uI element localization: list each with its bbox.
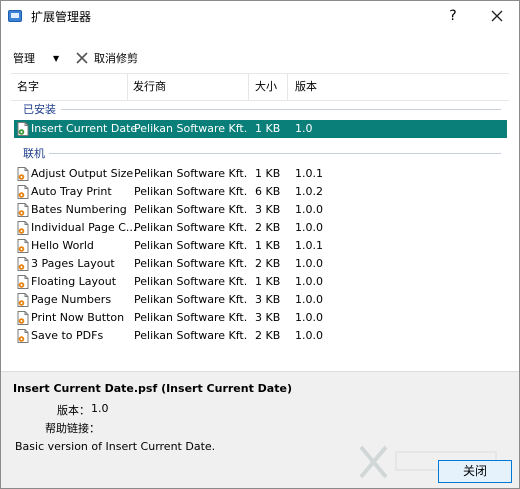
description-text: Basic version of Insert Current Date. [15, 440, 216, 453]
extension-row[interactable]: 3 Pages Layout Pelikan Software Kft. 2 KB 1… [14, 255, 507, 273]
dropdown-arrow-icon[interactable]: ▼ [53, 48, 59, 70]
column-size[interactable]: 大小 [255, 74, 277, 100]
details-panel: Insert Current Date.psf (Insert Current … [1, 371, 519, 488]
extension-publisher: Pelikan Software Kft. [134, 122, 248, 135]
column-name[interactable]: 名字 [17, 74, 39, 100]
extension-name: Auto Tray Print [31, 185, 112, 198]
extension-name: Save to PDFs [31, 329, 104, 342]
column-version[interactable]: 版本 [295, 74, 317, 100]
extension-file-icon [17, 239, 29, 253]
extension-file-icon [17, 257, 29, 271]
group-divider [61, 109, 501, 110]
extension-size: 2 KB [255, 329, 281, 342]
extension-row[interactable]: Print Now Button Pelikan Software Kft. 3 K… [14, 309, 507, 327]
extension-name: Adjust Output Size [31, 167, 134, 180]
extension-version: 1.0.1 [295, 167, 323, 180]
extension-size: 1 KB [255, 167, 281, 180]
help-link-label: 帮助链接： [45, 422, 100, 435]
group-online: 联机 [23, 147, 45, 160]
column-divider[interactable] [127, 74, 128, 100]
extension-file-icon [17, 185, 29, 199]
extension-name: Hello World [31, 239, 94, 252]
group-divider [49, 153, 501, 154]
extension-publisher: Pelikan Software Kft. [134, 167, 248, 180]
extension-row[interactable]: Floating Layout Pelikan Software Kft. 1 KB… [14, 273, 507, 291]
extension-size: 1 KB [255, 239, 281, 252]
extension-size: 3 KB [255, 311, 281, 324]
extension-publisher: Pelikan Software Kft. [134, 329, 248, 342]
extension-size: 6 KB [255, 185, 281, 198]
extension-version: 1.0.0 [295, 329, 323, 342]
cancel-x-icon[interactable] [75, 51, 89, 65]
extension-name: Floating Layout [31, 275, 117, 288]
extension-name: Insert Current Date [31, 122, 138, 135]
app-icon [8, 10, 22, 22]
extension-publisher: Pelikan Software Kft. [134, 275, 248, 288]
column-divider[interactable] [248, 74, 249, 100]
extension-row[interactable]: Hello World Pelikan Software Kft. 1 KB 1.0.… [14, 237, 507, 255]
extension-size: 2 KB [255, 221, 281, 234]
extension-row[interactable]: Page Numbers Pelikan Software Kft. 3 KB 1.0… [14, 291, 507, 309]
close-button[interactable]: 关闭 [438, 460, 512, 483]
extension-name: Bates Numbering [31, 203, 127, 216]
extension-size: 2 KB [255, 257, 281, 270]
extension-file-icon [17, 293, 29, 307]
extension-file-icon [17, 167, 29, 181]
window-title: 扩展管理器 [31, 10, 92, 24]
column-divider[interactable] [287, 74, 288, 100]
extension-name: 3 Pages Layout [31, 257, 115, 270]
extension-row[interactable]: Save to PDFs Pelikan Software Kft. 2 KB 1.0… [14, 327, 507, 345]
extension-version: 1.0.1 [295, 239, 323, 252]
extension-version: 1.0.0 [295, 203, 323, 216]
extension-version: 1.0.0 [295, 257, 323, 270]
extension-version: 1.0.0 [295, 311, 323, 324]
extension-version: 1.0 [295, 122, 313, 135]
extension-size: 1 KB [255, 122, 281, 135]
extension-row[interactable]: Adjust Output Size Pelikan Software Kft. 1… [14, 165, 507, 183]
group-installed: 已安装 [23, 103, 56, 116]
extension-row[interactable]: Individual Page C... Pelikan Software Kft… [14, 219, 507, 237]
title-bar: 扩展管理器 ? [1, 1, 519, 31]
extension-publisher: Pelikan Software Kft. [134, 293, 248, 306]
extension-name: Individual Page C... [31, 221, 137, 234]
extension-row[interactable]: Auto Tray Print Pelikan Software Kft. 6 KB… [14, 183, 507, 201]
extension-row[interactable]: Bates Numbering Pelikan Software Kft. 3 KB… [14, 201, 507, 219]
extension-publisher: Pelikan Software Kft. [134, 203, 248, 216]
manage-menu-button[interactable]: 管理 [13, 48, 35, 70]
extension-version: 1.0.0 [295, 275, 323, 288]
extension-file-icon [17, 275, 29, 289]
extension-name: Print Now Button [31, 311, 125, 324]
extension-manager-window: 扩展管理器 ? 管理 ▼ 取消修剪 名字 发行商 大小 版本 已安装 Inser… [0, 0, 520, 489]
column-publisher[interactable]: 发行商 [133, 74, 166, 100]
extension-version: 1.0.2 [295, 185, 323, 198]
extension-version: 1.0.0 [295, 221, 323, 234]
close-window-button[interactable] [485, 5, 509, 27]
extension-file-icon [17, 221, 29, 235]
details-title: Insert Current Date.psf (Insert Current … [13, 382, 292, 395]
extension-version: 1.0.0 [295, 293, 323, 306]
extension-name: Page Numbers [31, 293, 112, 306]
extension-file-icon [17, 311, 29, 325]
extension-publisher: Pelikan Software Kft. [134, 257, 248, 270]
extension-size: 3 KB [255, 203, 281, 216]
column-header-row: 名字 发行商 大小 版本 [11, 73, 509, 101]
extension-publisher: Pelikan Software Kft. [134, 239, 248, 252]
extension-publisher: Pelikan Software Kft. [134, 221, 248, 234]
extension-size: 3 KB [255, 293, 281, 306]
close-icon [491, 10, 503, 22]
extension-file-icon [17, 122, 29, 136]
toolbar: 管理 ▼ 取消修剪 [1, 45, 519, 73]
help-button[interactable]: ? [441, 5, 465, 27]
extension-file-icon [17, 203, 29, 217]
extension-row[interactable]: Insert Current Date Pelikan Software Kft.… [14, 120, 507, 138]
version-value: 1.0 [91, 402, 109, 415]
extension-size: 1 KB [255, 275, 281, 288]
cancel-trim-button[interactable]: 取消修剪 [94, 48, 138, 70]
version-label: 版本： [57, 404, 90, 417]
extension-publisher: Pelikan Software Kft. [134, 311, 248, 324]
extension-file-icon [17, 329, 29, 343]
extension-publisher: Pelikan Software Kft. [134, 185, 248, 198]
